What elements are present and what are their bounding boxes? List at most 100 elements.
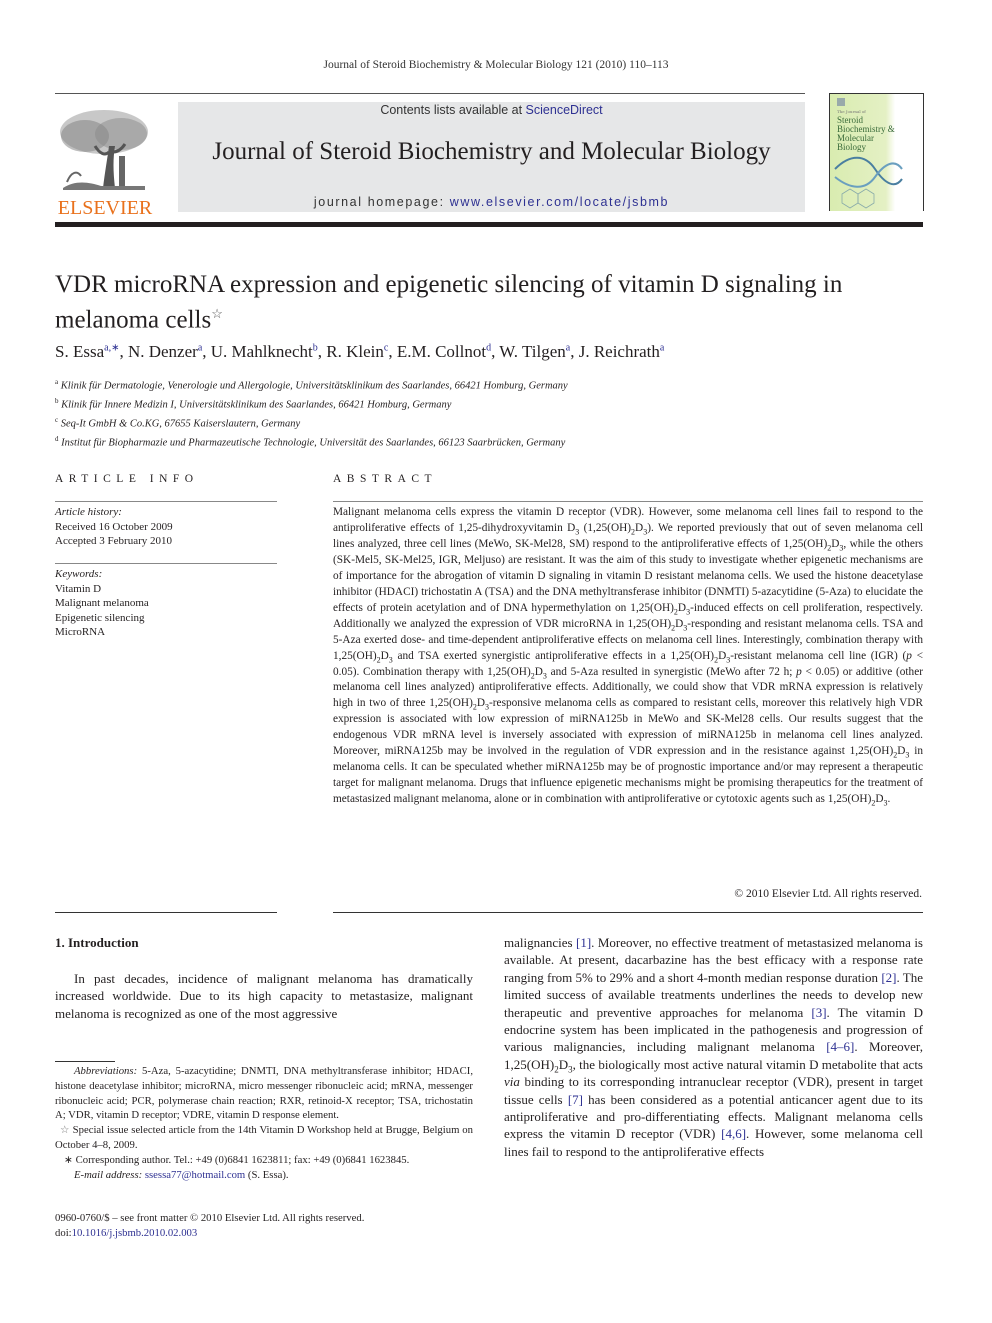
email-link[interactable]: ssessa77@hotmail.com (145, 1169, 245, 1181)
cover-title: Steroid Biochemistry & Molecular Biology (837, 116, 905, 152)
author-affiliation-mark[interactable]: a (566, 342, 570, 353)
star-icon: ☆ (60, 1124, 70, 1137)
contents-prefix: Contents lists available at (380, 103, 526, 117)
citation-link[interactable]: [4,6] (721, 1126, 746, 1141)
affiliation-item: b Klinik für Innere Medizin I, Universit… (55, 394, 568, 413)
introduction-heading: 1. Introduction (55, 935, 139, 950)
affiliation-key: c (55, 416, 59, 424)
body-text: D (558, 1056, 569, 1072)
citation-link[interactable]: [3] (811, 1005, 826, 1020)
abstract-segment: D (677, 601, 687, 614)
affiliations: a Klinik für Dermatologie, Venerologie u… (55, 375, 568, 451)
abstract-segment: D (635, 521, 644, 534)
abstract-segment: and 5-Aza resulted in synergistic (MeWo … (546, 665, 797, 678)
affiliation-item: a Klinik für Dermatologie, Venerologie u… (55, 375, 568, 394)
author-affiliation-mark[interactable]: a,∗ (104, 342, 119, 353)
header-thick-rule (55, 222, 923, 227)
running-head: Journal of Steroid Biochemistry & Molecu… (323, 59, 669, 71)
author-affiliation-mark[interactable]: b (313, 342, 318, 353)
publisher-name: ELSEVIER (57, 197, 153, 219)
body-text: malignancies (504, 935, 576, 950)
author-name: S. Essa (55, 342, 105, 361)
email-label: E-mail address: (74, 1168, 143, 1181)
sciencedirect-link[interactable]: ScienceDirect (526, 103, 603, 117)
author-name: R. Klein (326, 342, 384, 361)
corresponding-author-text: Corresponding author. Tel.: +49 (0)6841 … (72, 1153, 410, 1166)
received-date: Received 16 October 2009 (55, 520, 173, 533)
affiliation-key: a (55, 378, 59, 386)
contents-line: Contents lists available at ScienceDirec… (178, 103, 805, 117)
journal-homepage-link[interactable]: www.elsevier.com/locate/jsbmb (450, 195, 669, 209)
abstract-segment: D (534, 665, 543, 678)
author-name: W. Tilgen (499, 342, 566, 361)
abstract-bottom-rule (333, 912, 923, 913)
accepted-date: Accepted 3 February 2010 (55, 535, 172, 547)
history-label: Article history: (55, 506, 122, 518)
introduction-paragraph-right: malignancies [1]. Moreover, no effective… (504, 934, 923, 1160)
introduction-paragraph-left: In past decades, incidence of malignant … (55, 971, 473, 1021)
affiliation-key: b (55, 397, 59, 405)
footnote-rule (55, 1061, 115, 1062)
keywords: Keywords: Vitamin D Malignant melanoma E… (55, 567, 149, 640)
author-name: J. Reichrath (578, 342, 660, 361)
author-affiliation-mark[interactable]: a (198, 342, 202, 353)
affiliation-text: Klinik für Innere Medizin I, Universität… (61, 399, 452, 411)
front-matter: 0960-0760/$ – see front matter © 2010 El… (55, 1211, 364, 1241)
citation-link[interactable]: [7] (568, 1092, 583, 1107)
citation-link[interactable]: [1] (576, 935, 591, 950)
abstract-text: Malignant melanoma cells express the vit… (333, 505, 923, 808)
abstract-segment: -resistant melanoma cell line (IGR) ( (730, 649, 907, 662)
asterisk-icon: ∗ (64, 1153, 73, 1166)
journal-cover-thumbnail[interactable]: The Journal of Steroid Biochemistry & Mo… (829, 93, 924, 211)
affiliation-text: Klinik für Dermatologie, Venerologie und… (60, 380, 568, 392)
elsevier-logo[interactable]: ELSEVIER (55, 106, 155, 218)
article-title: VDR microRNA expression and epigenetic s… (55, 270, 915, 334)
author-affiliation-mark[interactable]: c (384, 342, 388, 353)
header-rule (55, 93, 805, 94)
special-issue-text: Special issue selected article from the … (55, 1124, 473, 1151)
abbreviations-label: Abbreviations: (74, 1065, 138, 1077)
author-affiliation-mark[interactable]: a (660, 342, 664, 353)
title-footnote-star-icon[interactable]: ☆ (211, 306, 223, 321)
abstract-segment: D (875, 793, 884, 806)
article-info-heading: ARTICLE INFO (55, 473, 199, 485)
affiliation-text: Seq-It GmbH & Co.KG, 67655 Kaiserslauter… (60, 418, 301, 430)
email-suffix: (S. Essa). (245, 1168, 289, 1181)
abstract-segment: (1,25(OH) (579, 521, 632, 534)
abstract-segment: D (476, 697, 486, 710)
citation-link[interactable]: [4–6] (826, 1039, 854, 1054)
doi-link[interactable]: 10.1016/j.jsbmb.2010.02.003 (72, 1227, 198, 1239)
keyword: Vitamin D (55, 582, 102, 595)
journal-banner: Contents lists available at ScienceDirec… (178, 102, 805, 212)
affiliation-key: d (55, 435, 59, 443)
affiliation-item: c Seq-It GmbH & Co.KG, 67655 Kaiserslaut… (55, 413, 568, 432)
dna-helix-icon (834, 156, 903, 209)
issn-line: 0960-0760/$ – see front matter © 2010 El… (55, 1212, 365, 1224)
abstract-segment: and TSA exerted synergistic antiprolifer… (392, 649, 715, 662)
footnote-abbreviations: Abbreviations: 5-Aza, 5-azacytidine; DNM… (55, 1064, 473, 1123)
keywords-rule (55, 563, 277, 564)
abstract-heading: ABSTRACT (333, 473, 438, 485)
author-affiliation-mark[interactable]: d (486, 342, 491, 353)
author-name: N. Denzer (127, 342, 198, 361)
abstract-segment: D (380, 649, 389, 662)
italic-text: via (504, 1074, 520, 1090)
body-text: , the biologically most active natural v… (572, 1056, 923, 1072)
title-line-2: melanoma cells (55, 306, 212, 334)
affiliation-text: Institut für Biopharmazie und Pharmazeut… (61, 437, 566, 449)
elsevier-tree-icon (55, 106, 153, 194)
homepage-prefix: journal homepage: (313, 195, 450, 209)
doi-prefix: doi: (55, 1227, 72, 1239)
abstract-copyright: © 2010 Elsevier Ltd. All rights reserved… (734, 888, 922, 900)
homepage-line: journal homepage: www.elsevier.com/locat… (178, 195, 805, 209)
abstract-rule (333, 501, 923, 502)
author-list: S. Essaa,∗, N. Denzera, U. Mahlknechtb, … (55, 342, 665, 361)
keyword: Malignant melanoma (55, 597, 149, 609)
citation-link[interactable]: [2] (881, 970, 896, 985)
article-info-bottom-rule (55, 912, 277, 913)
keyword: MicroRNA (55, 626, 106, 638)
author-name: U. Mahlknecht (210, 342, 313, 361)
abstract-segment: . (887, 793, 891, 806)
article-info-rule (55, 501, 277, 502)
footnote-email: E-mail address: ssessa77@hotmail.com (S.… (55, 1168, 473, 1183)
